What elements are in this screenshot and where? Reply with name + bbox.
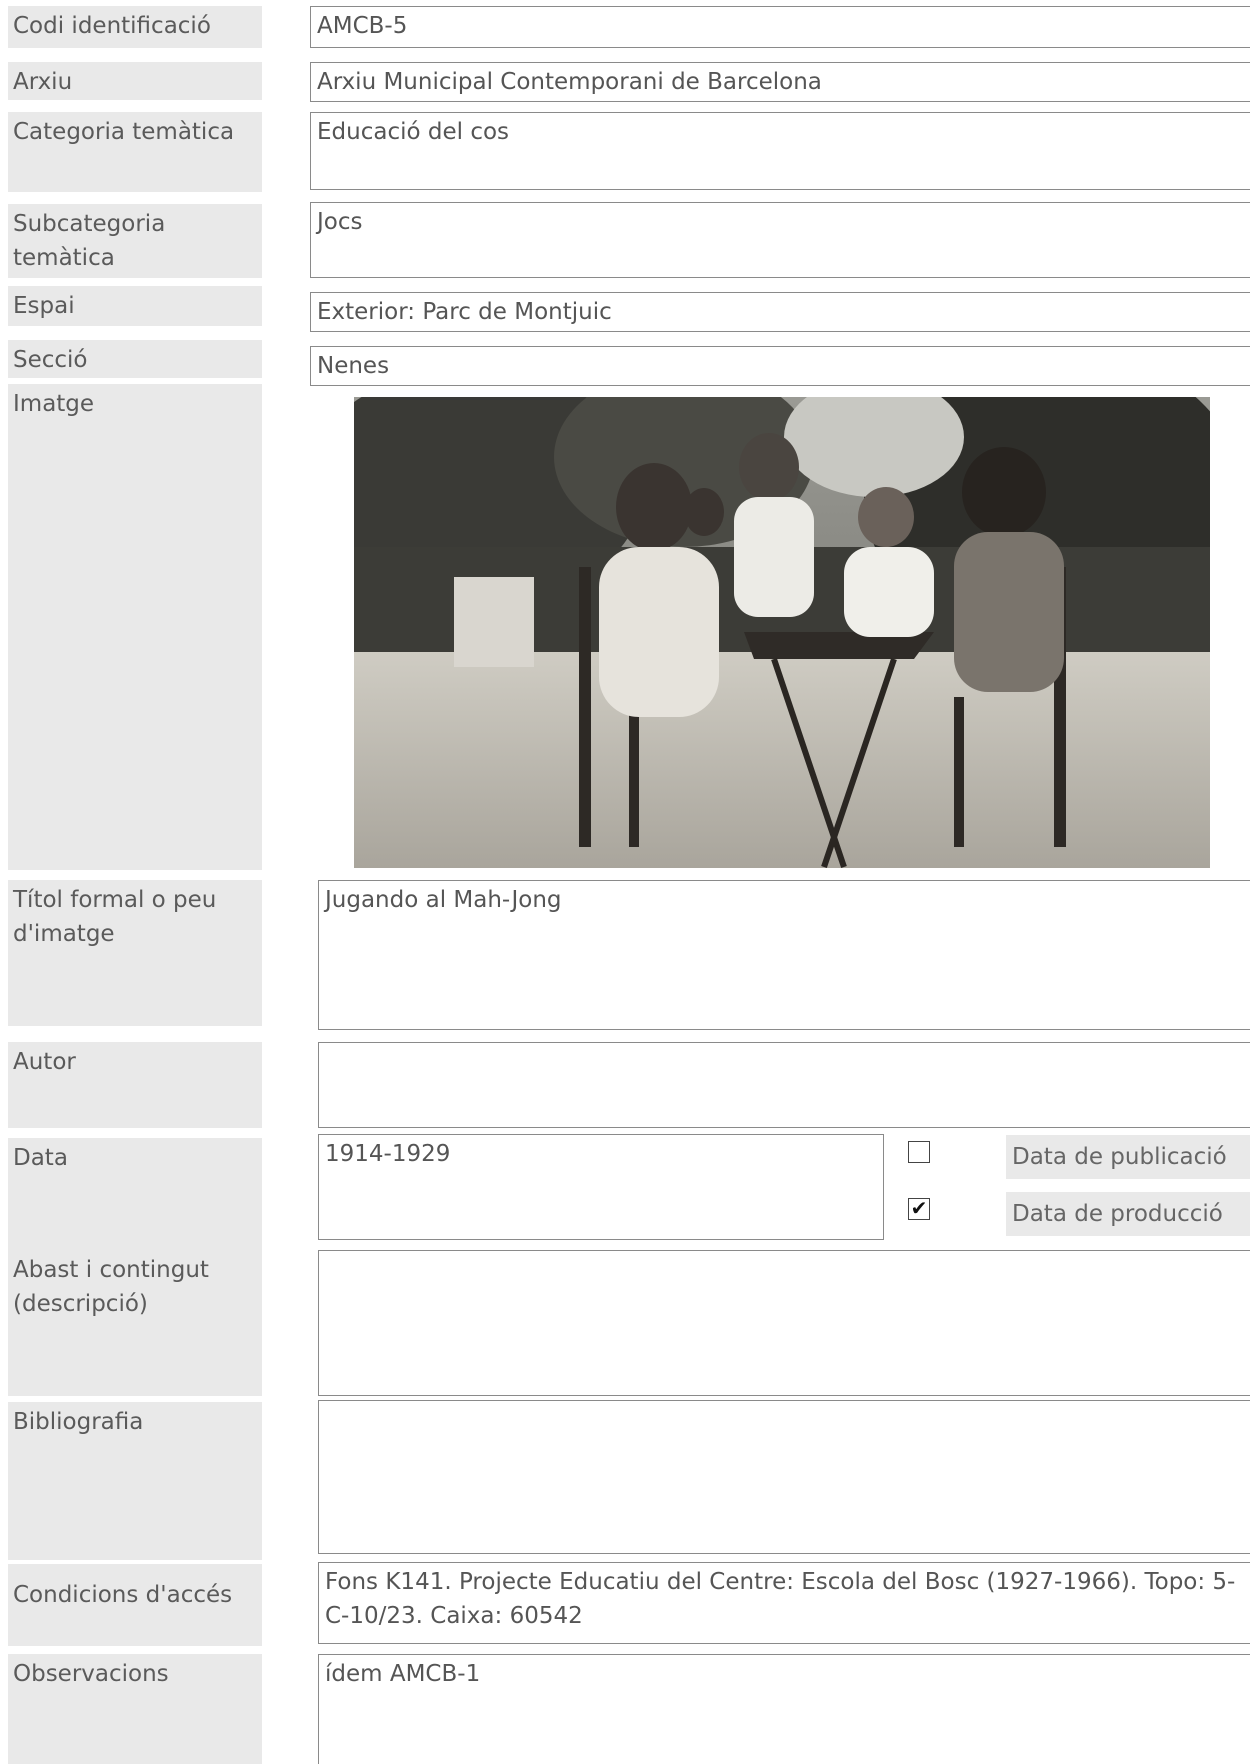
publicacio-checkbox[interactable] — [908, 1141, 930, 1163]
label-abast: Abast i contingut (descripció) — [8, 1250, 262, 1396]
bibliografia-field[interactable] — [318, 1400, 1250, 1554]
observacions-field[interactable]: ídem AMCB-1 — [318, 1654, 1250, 1764]
label-subcategoria: Subcategoria temàtica — [8, 204, 262, 278]
espai-field[interactable]: Exterior: Parc de Montjuic — [310, 292, 1250, 332]
produccio-label: Data de producció — [1006, 1192, 1250, 1236]
titol-field[interactable]: Jugando al Mah-Jong — [318, 880, 1250, 1030]
condicions-field[interactable]: Fons K141. Projecte Educatiu del Centre:… — [318, 1562, 1250, 1644]
historical-photo — [354, 397, 1210, 868]
label-codi: Codi identificació — [8, 6, 262, 48]
abast-field[interactable] — [318, 1250, 1250, 1396]
subcategoria-field[interactable]: Jocs — [310, 202, 1250, 278]
arxiu-field[interactable]: Arxiu Municipal Contemporani de Barcelon… — [310, 62, 1250, 102]
label-espai: Espai — [8, 286, 262, 326]
label-categoria: Categoria temàtica — [8, 112, 262, 192]
label-arxiu: Arxiu — [8, 62, 262, 100]
produccio-checkbox[interactable]: ✔ — [908, 1198, 930, 1220]
label-condicions: Condicions d'accés — [8, 1564, 262, 1646]
label-observacions: Observacions — [8, 1654, 262, 1764]
data-field[interactable]: 1914-1929 — [318, 1134, 884, 1240]
label-titol: Títol formal o peu d'imatge — [8, 880, 262, 1026]
label-bibliografia: Bibliografia — [8, 1402, 262, 1560]
categoria-field[interactable]: Educació del cos — [310, 112, 1250, 190]
label-seccio: Secció — [8, 340, 262, 378]
label-autor: Autor — [8, 1042, 262, 1128]
autor-field[interactable] — [318, 1042, 1250, 1128]
codi-field[interactable]: AMCB-5 — [310, 6, 1250, 48]
publicacio-label: Data de publicació — [1006, 1135, 1250, 1179]
label-imatge: Imatge — [8, 384, 262, 870]
seccio-field[interactable]: Nenes — [310, 346, 1250, 386]
